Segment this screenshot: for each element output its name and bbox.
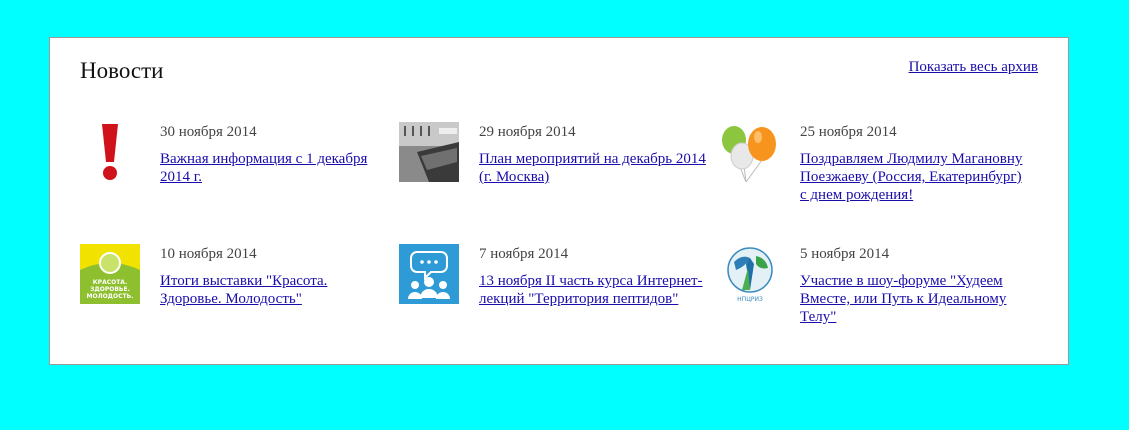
news-link[interactable]: 13 ноября II часть курса Интернет-лекций…	[479, 272, 709, 308]
news-panel: Новости Показать весь архив 30 ноября 20…	[49, 37, 1069, 365]
news-date: 25 ноября 2014	[800, 124, 897, 140]
news-date: 5 ноября 2014	[800, 246, 890, 262]
news-title: Новости	[80, 58, 164, 83]
svg-text:ЗДОРОВЬЕ.: ЗДОРОВЬЕ.	[90, 286, 130, 293]
news-link[interactable]: Участие в шоу-форуме "Худеем Вместе, или…	[800, 272, 1030, 326]
news-link[interactable]: Поздравляем Людмилу Магановну Поезжаеву …	[800, 150, 1030, 204]
news-item: НПЦРИЗ 5 ноября 2014 Участие в шоу-форум…	[720, 244, 1020, 334]
show-archive-link[interactable]: Показать весь архив	[909, 59, 1038, 76]
exhibition-logo-icon: КРАСОТА. ЗДОРОВЬЕ. МОЛОДОСТЬ.	[80, 244, 140, 304]
svg-text:КРАСОТА.: КРАСОТА.	[93, 279, 127, 286]
exclamation-icon	[80, 122, 140, 182]
news-link[interactable]: Важная информация с 1 декабря 2014 г.	[160, 150, 390, 186]
news-item: 25 ноября 2014 Поздравляем Людмилу Маган…	[720, 122, 1022, 212]
news-item: 29 ноября 2014 План мероприятий на декаб…	[399, 122, 706, 212]
svg-text:НПЦРИЗ: НПЦРИЗ	[737, 296, 763, 303]
news-date: 30 ноября 2014	[160, 124, 257, 140]
balloons-icon	[720, 122, 780, 182]
svg-text:МОЛОДОСТЬ.: МОЛОДОСТЬ.	[87, 293, 134, 300]
news-item: КРАСОТА. ЗДОРОВЬЕ. МОЛОДОСТЬ. 10 ноября …	[80, 244, 380, 334]
npcriz-logo-icon: НПЦРИЗ	[720, 244, 780, 304]
news-date: 29 ноября 2014	[479, 124, 576, 140]
news-link[interactable]: План мероприятий на декабрь 2014 (г. Мос…	[479, 150, 709, 186]
news-link[interactable]: Итоги выставки "Красота. Здоровье. Молод…	[160, 272, 390, 308]
chat-group-icon	[399, 244, 459, 304]
news-date: 10 ноября 2014	[160, 246, 257, 262]
news-item: 7 ноября 2014 13 ноября II часть курса И…	[399, 244, 703, 334]
news-date: 7 ноября 2014	[479, 246, 569, 262]
news-item: 30 ноября 2014 Важная информация с 1 дек…	[80, 122, 380, 212]
planner-photo-icon	[399, 122, 459, 182]
